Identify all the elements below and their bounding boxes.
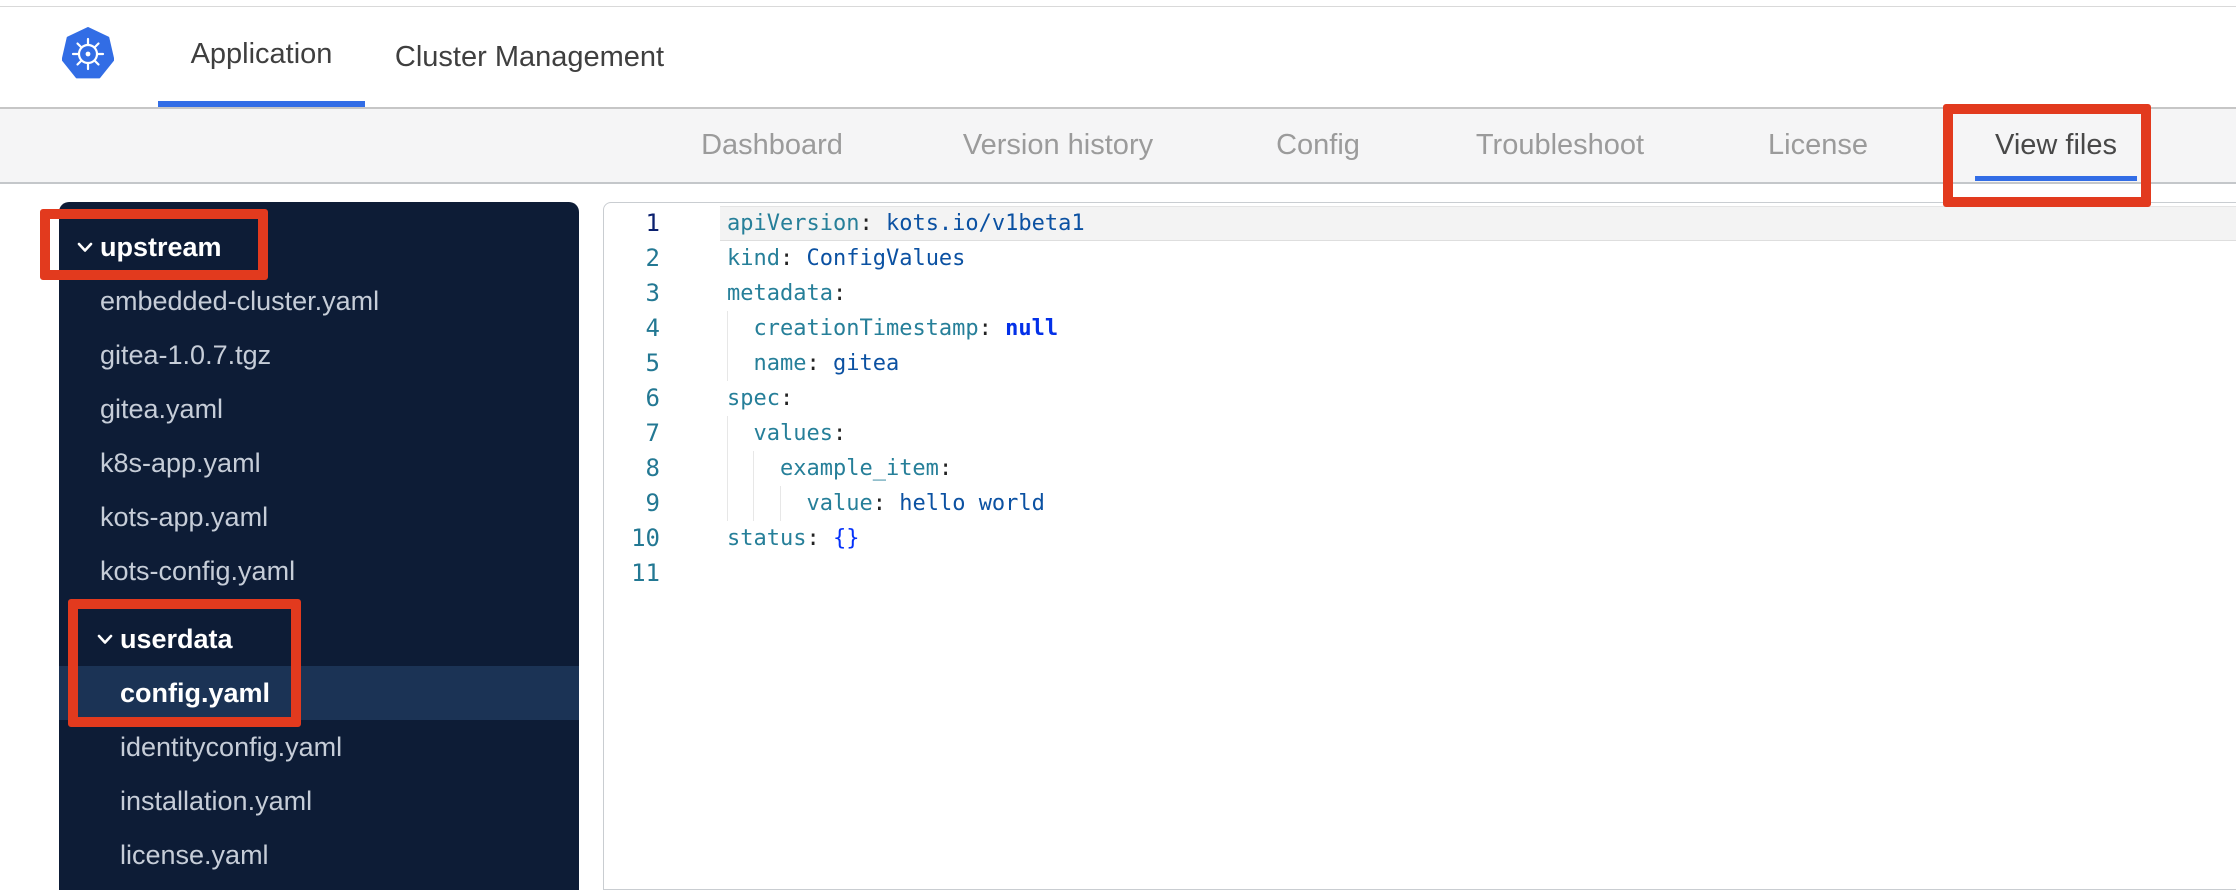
code-text: kind: ConfigValues bbox=[727, 246, 966, 271]
code-line-2[interactable]: 2 kind: ConfigValues bbox=[604, 241, 2236, 276]
file-label: license.yaml bbox=[120, 839, 269, 870]
app-tab-cluster-management[interactable]: Cluster Management bbox=[385, 7, 674, 107]
file-tree: upstream embedded-cluster.yaml gitea-1.0.7… bbox=[59, 202, 579, 890]
file-label: embedded-cluster.yaml bbox=[100, 285, 380, 316]
file-label: identityconfig.yaml bbox=[120, 731, 343, 762]
folder-label: userdata bbox=[120, 623, 233, 654]
app-nav-bar: Dashboard Version history Config Troublesho… bbox=[0, 107, 2236, 184]
code-line-1[interactable]: 1 apiVersion: kots.io/v1beta1 bbox=[604, 206, 2236, 241]
chevron-down-icon bbox=[97, 634, 120, 645]
code-text: value: hello world bbox=[806, 491, 1045, 516]
chevron-down-icon bbox=[77, 242, 100, 253]
tree-item-identityconfig-yaml[interactable]: identityconfig.yaml bbox=[59, 720, 579, 774]
indent-guide bbox=[727, 416, 728, 451]
line-number: 11 bbox=[631, 559, 660, 587]
code-text: metadata: bbox=[727, 281, 847, 306]
indent-guide bbox=[727, 451, 728, 486]
indent-guide bbox=[727, 346, 728, 381]
tree-item-kots-config-yaml[interactable]: kots-config.yaml bbox=[59, 544, 579, 598]
code-lines: 1 apiVersion: kots.io/v1beta1 2 kind: Confi… bbox=[604, 206, 2236, 591]
nav-tab-config[interactable]: Config bbox=[1276, 109, 1360, 182]
file-label: installation.yaml bbox=[120, 785, 313, 816]
file-label: k8s-app.yaml bbox=[100, 447, 261, 478]
nav-tab-view-files[interactable]: View files bbox=[1975, 109, 2137, 182]
nav-tab-troubleshoot[interactable]: Troubleshoot bbox=[1476, 109, 1644, 182]
app-header: Application Cluster Management bbox=[0, 7, 2236, 107]
code-text: status: {} bbox=[727, 526, 860, 551]
indent-guide bbox=[753, 451, 755, 486]
line-number: 9 bbox=[645, 489, 660, 517]
line-number: 5 bbox=[645, 349, 660, 377]
code-line-11[interactable]: 11 bbox=[604, 556, 2236, 591]
code-line-9[interactable]: 9 value: hello world bbox=[604, 486, 2236, 521]
line-number: 4 bbox=[645, 314, 660, 342]
tree-item-installation-yaml[interactable]: installation.yaml bbox=[59, 774, 579, 828]
tree-item-k8s-app-yaml[interactable]: k8s-app.yaml bbox=[59, 436, 579, 490]
indent-guide bbox=[753, 486, 755, 521]
app-tab-application[interactable]: Application bbox=[158, 7, 365, 107]
nav-tab-dashboard[interactable]: Dashboard bbox=[701, 109, 843, 182]
code-text: name: gitea bbox=[753, 351, 900, 376]
tree-item-gitea-1-0-7-tgz[interactable]: gitea-1.0.7.tgz bbox=[59, 328, 579, 382]
file-label: kots-app.yaml bbox=[100, 501, 269, 532]
nav-tab-version-history[interactable]: Version history bbox=[963, 109, 1153, 182]
line-number: 7 bbox=[645, 419, 660, 447]
code-editor[interactable]: 1 apiVersion: kots.io/v1beta1 2 kind: Confi… bbox=[603, 202, 2236, 890]
code-line-5[interactable]: 5 name: gitea bbox=[604, 346, 2236, 381]
line-number: 3 bbox=[645, 279, 660, 307]
tree-item-config-yaml[interactable]: config.yaml bbox=[59, 666, 579, 720]
code-text: values: bbox=[753, 421, 847, 446]
line-number: 6 bbox=[645, 384, 660, 412]
tree-item-embedded-cluster-yaml[interactable]: embedded-cluster.yaml bbox=[59, 274, 579, 328]
code-text: spec: bbox=[727, 386, 794, 411]
active-tab-underline bbox=[1975, 176, 2137, 181]
code-line-8[interactable]: 8 example_item: bbox=[604, 451, 2236, 486]
code-text: apiVersion: kots.io/v1beta1 bbox=[727, 211, 1085, 236]
kots-admin-console: Application Cluster Management Dashboard V… bbox=[0, 0, 2236, 890]
code-line-10[interactable]: 10 status: {} bbox=[604, 521, 2236, 556]
folder-label: upstream bbox=[100, 231, 222, 262]
file-label: kots-config.yaml bbox=[100, 555, 296, 586]
tree-item-upstream[interactable]: upstream bbox=[59, 220, 579, 274]
file-label: gitea.yaml bbox=[100, 393, 224, 424]
line-number: 2 bbox=[645, 244, 660, 272]
code-text: creationTimestamp: null bbox=[753, 316, 1059, 341]
file-label: gitea-1.0.7.tgz bbox=[100, 339, 272, 370]
line-number: 8 bbox=[645, 454, 660, 482]
nav-tab-license[interactable]: License bbox=[1768, 109, 1868, 182]
indent-guide bbox=[727, 486, 728, 521]
code-text: example_item: bbox=[779, 456, 953, 481]
code-line-4[interactable]: 4 creationTimestamp: null bbox=[604, 311, 2236, 346]
tree-item-license-yaml[interactable]: license.yaml bbox=[59, 828, 579, 882]
indent-guide bbox=[727, 311, 728, 346]
code-line-6[interactable]: 6 spec: bbox=[604, 381, 2236, 416]
code-line-7[interactable]: 7 values: bbox=[604, 416, 2236, 451]
code-line-3[interactable]: 3 metadata: bbox=[604, 276, 2236, 311]
file-label: config.yaml bbox=[120, 677, 271, 708]
line-number: 1 bbox=[645, 209, 660, 237]
tree-item-gitea-yaml[interactable]: gitea.yaml bbox=[59, 382, 579, 436]
kubernetes-logo-icon bbox=[62, 27, 114, 79]
tree-item-userdata[interactable]: userdata bbox=[59, 612, 579, 666]
line-number: 10 bbox=[631, 524, 660, 552]
tree-item-kots-app-yaml[interactable]: kots-app.yaml bbox=[59, 490, 579, 544]
indent-guide bbox=[779, 486, 781, 521]
